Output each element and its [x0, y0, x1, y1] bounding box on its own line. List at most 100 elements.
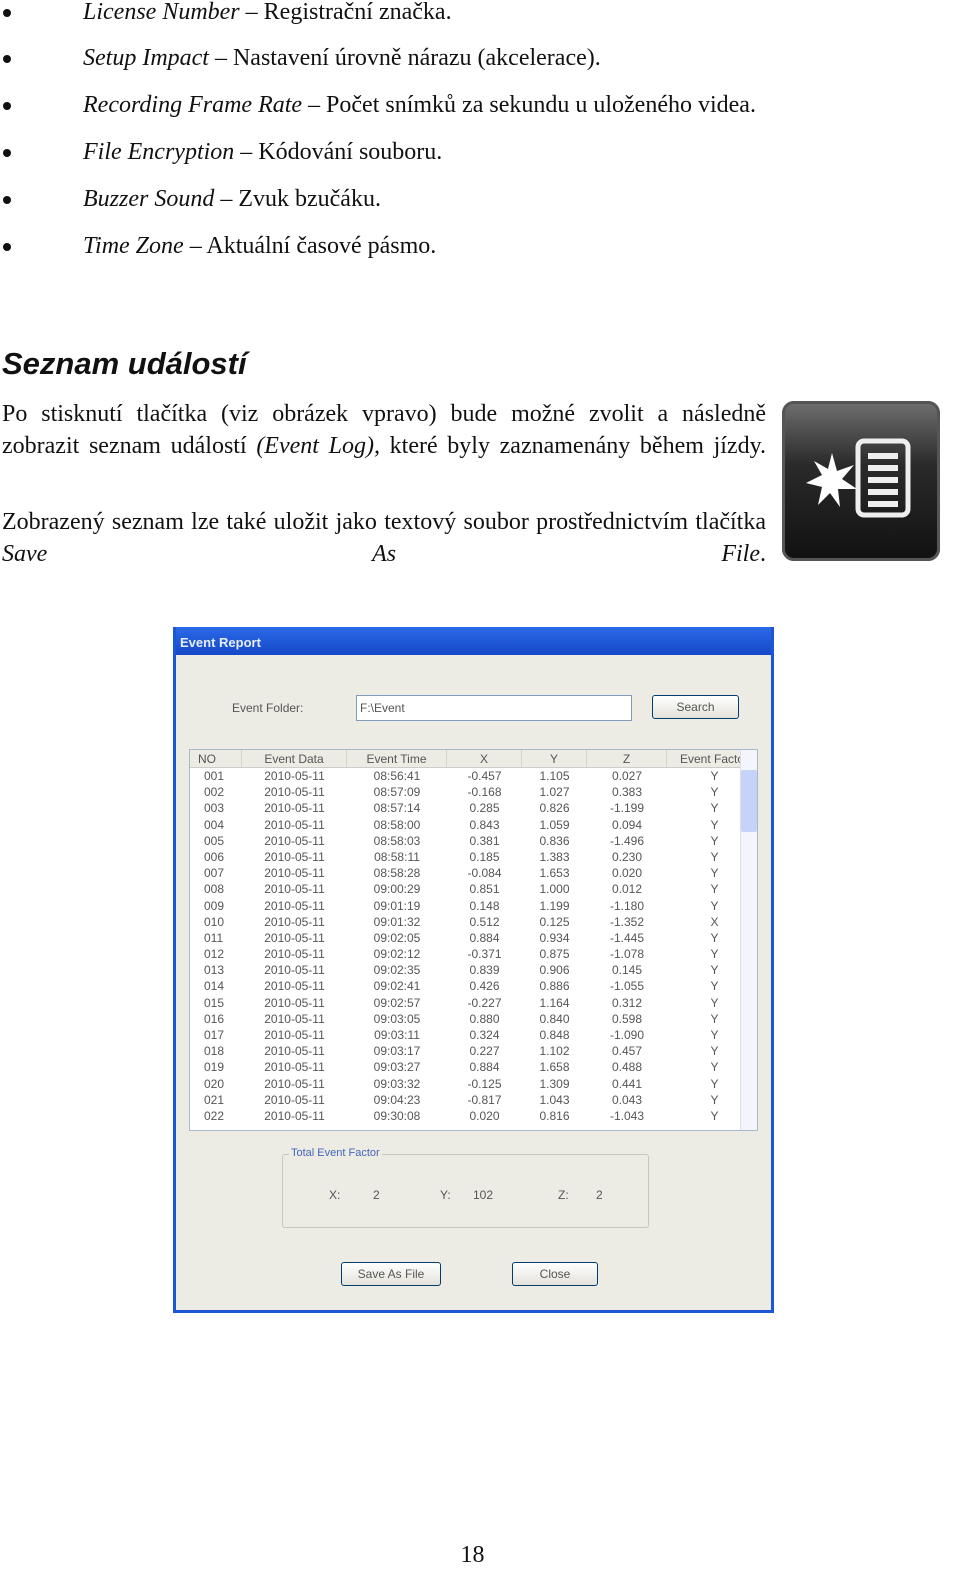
table-cell: 1.027	[539, 785, 570, 800]
table-cell: 022	[204, 1108, 225, 1123]
table-cell: 0.598	[611, 1011, 643, 1026]
table-cell: 2010-05-11	[264, 785, 325, 800]
table-row[interactable]: 016 2010-05-11 09:03:05 0.880 0.840 0.598 Y	[190, 1011, 757, 1027]
table-row[interactable]: 021 2010-05-11 09:04:23 -0.817 1.043 0.043 Y	[190, 1092, 757, 1108]
table-cell: 2010-05-11	[264, 1011, 325, 1026]
table-cell: 09:03:32	[373, 1076, 421, 1091]
close-button[interactable]: Close	[512, 1262, 598, 1286]
table-row[interactable]: 003 2010-05-11 08:57:14 0.285 0.826 -1.199 Y	[190, 800, 757, 816]
x-label: X:	[329, 1188, 341, 1202]
description: – Nastavení úrovně nárazu (akcelerace).	[208, 45, 601, 71]
table-cell: 0.839	[469, 963, 500, 978]
bullet-icon	[3, 196, 11, 204]
event-folder-input[interactable]: F:\Event	[356, 695, 632, 721]
column-header[interactable]: NO	[190, 750, 242, 767]
table-cell: 2010-05-11	[264, 914, 325, 929]
table-cell: 0.934	[539, 930, 570, 945]
table-cell: 09:02:57	[373, 995, 421, 1010]
table-row[interactable]: 014 2010-05-11 09:02:41 0.426 0.886 -1.055 Y	[190, 978, 757, 994]
table-cell: 0.148	[469, 898, 500, 913]
table-cell: -0.817	[467, 1092, 502, 1107]
table-cell: 09:03:17	[373, 1044, 421, 1059]
scroll-thumb[interactable]	[741, 770, 757, 832]
table-row[interactable]: 017 2010-05-11 09:03:11 0.324 0.848 -1.090 Y	[190, 1027, 757, 1043]
table-row[interactable]: 001 2010-05-11 08:56:41 -0.457 1.105 0.027 Y	[190, 768, 757, 784]
table-row[interactable]: 007 2010-05-11 08:58:28 -0.084 1.653 0.020 Y	[190, 865, 757, 881]
search-button[interactable]: Search	[652, 695, 739, 719]
table-cell: 0.230	[611, 849, 643, 864]
scrollbar[interactable]	[740, 750, 757, 1130]
table-cell: 0.512	[469, 914, 500, 929]
table-row[interactable]: 005 2010-05-11 08:58:03 0.381 0.836 -1.496 Y	[190, 833, 757, 849]
table-cell: 012	[204, 947, 225, 962]
bullet-text: Time Zone – Aktuální časové pásmo.	[83, 231, 436, 261]
table-cell: 2010-05-11	[264, 963, 325, 978]
table-row[interactable]: 008 2010-05-11 09:00:29 0.851 1.000 0.012 Y	[190, 881, 757, 897]
save-as-file-button[interactable]: Save As File	[341, 1262, 441, 1286]
text: které byly zaznamenány během jízdy.	[379, 432, 767, 459]
table-cell: 0.843	[469, 817, 500, 832]
table-row[interactable]: 011 2010-05-11 09:02:05 0.884 0.934 -1.445 Y	[190, 930, 757, 946]
table-cell: 2010-05-11	[264, 930, 325, 945]
table-row[interactable]: 013 2010-05-11 09:02:35 0.839 0.906 0.145 Y	[190, 962, 757, 978]
table-cell: 0.227	[469, 1044, 500, 1059]
table-row[interactable]: 015 2010-05-11 09:02:57 -0.227 1.164 0.312 Y	[190, 995, 757, 1011]
table-cell: 0.383	[611, 785, 643, 800]
dialog-title: Event Report	[176, 627, 771, 655]
term: Setup Impact	[83, 45, 209, 71]
table-cell: 2010-05-11	[264, 817, 325, 832]
table-row[interactable]: 010 2010-05-11 09:01:32 0.512 0.125 -1.352 X	[190, 914, 757, 930]
table-cell: 0.285	[469, 801, 500, 816]
table-cell: 0.312	[611, 995, 643, 1010]
table-cell: 018	[204, 1044, 225, 1059]
group-label: Total Event Factor	[289, 1147, 382, 1159]
table-cell: 0.012	[611, 882, 643, 897]
table-cell: 08:58:28	[373, 866, 421, 881]
table-cell: -1.352	[609, 914, 645, 929]
bullet-icon	[3, 149, 11, 157]
column-header[interactable]: X	[447, 750, 522, 767]
table-row[interactable]: 019 2010-05-11 09:03:27 0.884 1.658 0.488 Y	[190, 1059, 757, 1075]
table-cell: 2010-05-11	[264, 1044, 325, 1059]
table-cell: 0.426	[469, 979, 500, 994]
table-cell: 09:02:35	[373, 963, 421, 978]
table-row[interactable]: 009 2010-05-11 09:01:19 0.148 1.199 -1.180 Y	[190, 898, 757, 914]
term: Recording Frame Rate	[83, 92, 303, 118]
table-cell: 1.059	[539, 817, 570, 832]
bullet-text: Buzzer Sound – Zvuk bzučáku.	[83, 184, 381, 214]
table-cell: 09:02:12	[373, 947, 421, 962]
x-total: 2	[373, 1188, 380, 1202]
table-cell: 2010-05-11	[264, 1092, 325, 1107]
table-cell: 2010-05-11	[264, 947, 325, 962]
table-cell: -1.043	[609, 1108, 645, 1123]
table-row[interactable]: 020 2010-05-11 09:03:32 -0.125 1.309 0.441 Y	[190, 1076, 757, 1092]
table-row[interactable]: 022 2010-05-11 09:30:08 0.020 0.816 -1.043 Y	[190, 1108, 757, 1124]
table-row[interactable]: 006 2010-05-11 08:58:11 0.185 1.383 0.230 Y	[190, 849, 757, 865]
table-row[interactable]: 002 2010-05-11 08:57:09 -0.168 1.027 0.383 Y	[190, 784, 757, 800]
table-cell: 0.185	[469, 849, 500, 864]
description: – Aktuální časové pásmo.	[183, 233, 437, 259]
column-header[interactable]: Event Time	[347, 750, 447, 767]
column-header[interactable]: Z	[587, 750, 667, 767]
bullet-text: Setup Impact – Nastavení úrovně nárazu (…	[83, 43, 601, 73]
table-cell: -1.055	[609, 979, 645, 994]
column-header[interactable]: Event Data	[242, 750, 347, 767]
table-cell: 09:04:23	[373, 1092, 421, 1107]
y-label: Y:	[440, 1188, 451, 1202]
table-cell: 08:56:41	[373, 769, 421, 783]
table-cell: 2010-05-11	[264, 995, 325, 1010]
bullet-icon	[3, 55, 11, 63]
table-row[interactable]: 004 2010-05-11 08:58:00 0.843 1.059 0.094 Y	[190, 817, 757, 833]
table-cell: -0.227	[467, 995, 502, 1010]
table-row[interactable]: 012 2010-05-11 09:02:12 -0.371 0.875 -1.078 Y	[190, 946, 757, 962]
table-cell: 019	[204, 1060, 225, 1075]
table-row[interactable]: 018 2010-05-11 09:03:17 0.227 1.102 0.457 Y	[190, 1043, 757, 1059]
event-table: NO Event Data Event Time X Y Z Event Factor 00…	[189, 749, 758, 1131]
text-italic: Save As File	[2, 540, 760, 567]
table-cell: 0.884	[469, 930, 500, 945]
table-cell: 0.884	[469, 1060, 500, 1075]
column-header[interactable]: Y	[522, 750, 587, 767]
table-cell: -0.125	[467, 1076, 502, 1091]
table-cell: 0.125	[539, 914, 570, 929]
table-cell: 09:03:05	[373, 1011, 421, 1026]
